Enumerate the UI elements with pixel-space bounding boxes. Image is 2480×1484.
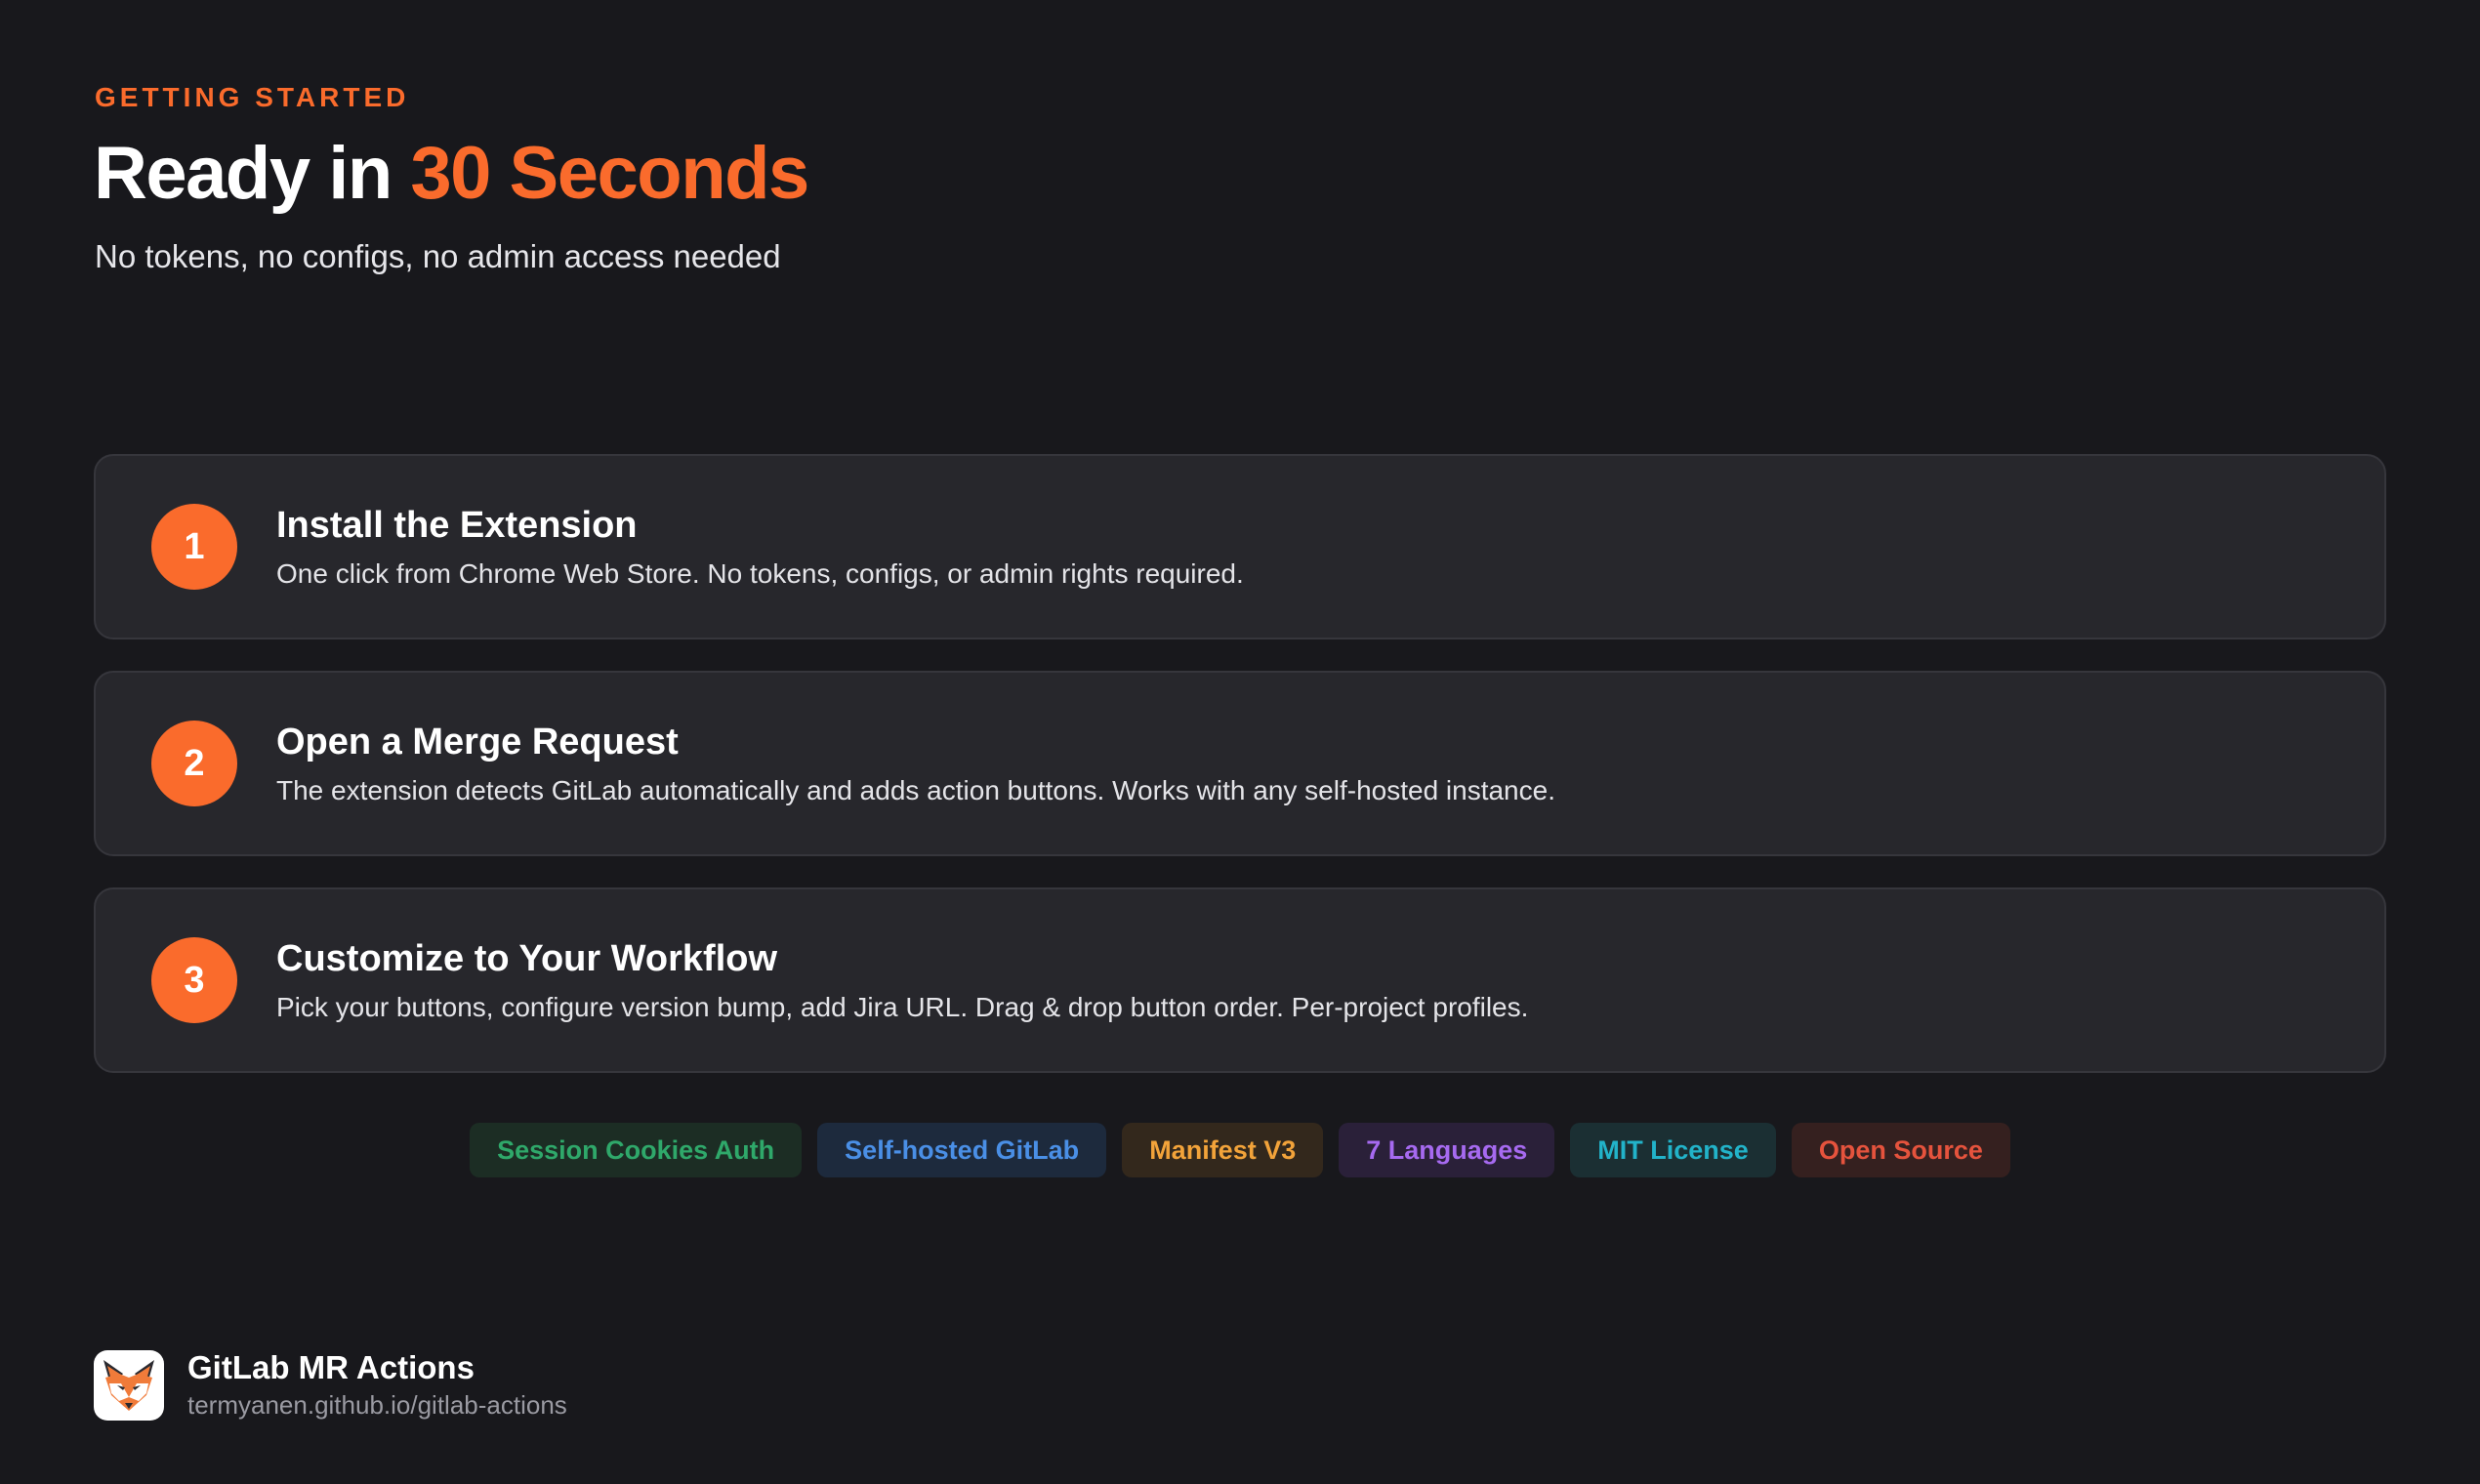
step-card-open-merge-request: 2 Open a Merge Request The extension det… bbox=[94, 671, 2386, 856]
badge-mit-license: MIT License bbox=[1570, 1123, 1776, 1177]
step-card-customize: 3 Customize to Your Workflow Pick your b… bbox=[94, 887, 2386, 1073]
page-title-main: Ready in bbox=[94, 132, 411, 215]
step-number-badge: 3 bbox=[151, 937, 237, 1023]
step-card-install: 1 Install the Extension One click from C… bbox=[94, 454, 2386, 639]
page-title: Ready in 30 Seconds bbox=[94, 129, 809, 218]
step-description: Pick your buttons, configure version bum… bbox=[276, 991, 1529, 1022]
section-eyebrow: GETTING STARTED bbox=[95, 82, 410, 112]
step-body: Install the Extension One click from Chr… bbox=[276, 505, 1244, 590]
footer-brand: GitLab MR Actions termyanen.github.io/gi… bbox=[94, 1349, 567, 1421]
steps-list: 1 Install the Extension One click from C… bbox=[94, 454, 2386, 1104]
fox-logo-icon bbox=[94, 1349, 164, 1421]
step-body: Customize to Your Workflow Pick your but… bbox=[276, 938, 1528, 1023]
badge-7-languages: 7 Languages bbox=[1339, 1123, 1555, 1177]
badge-open-source: Open Source bbox=[1791, 1123, 2010, 1177]
step-description: The extension detects GitLab automatical… bbox=[276, 774, 1555, 805]
step-number-badge: 2 bbox=[151, 721, 237, 806]
step-title: Install the Extension bbox=[276, 504, 638, 546]
step-description: One click from Chrome Web Store. No toke… bbox=[276, 557, 1244, 589]
badge-manifest-v3: Manifest V3 bbox=[1122, 1123, 1324, 1177]
badge-session-cookies-auth: Session Cookies Auth bbox=[470, 1123, 803, 1177]
step-title: Open a Merge Request bbox=[276, 721, 679, 763]
app-name: GitLab MR Actions bbox=[187, 1349, 475, 1385]
app-url: termyanen.github.io/gitlab-actions bbox=[187, 1390, 567, 1420]
step-body: Open a Merge Request The extension detec… bbox=[276, 721, 1555, 806]
step-number-badge: 1 bbox=[151, 504, 237, 590]
badge-self-hosted-gitlab: Self-hosted GitLab bbox=[817, 1123, 1107, 1177]
page-subtitle: No tokens, no configs, no admin access n… bbox=[95, 238, 781, 274]
footer-text: GitLab MR Actions termyanen.github.io/gi… bbox=[187, 1349, 567, 1421]
feature-badges: Session Cookies Auth Self-hosted GitLab … bbox=[0, 1123, 2480, 1177]
step-title: Customize to Your Workflow bbox=[276, 937, 778, 979]
page-title-accent: 30 Seconds bbox=[410, 132, 809, 215]
